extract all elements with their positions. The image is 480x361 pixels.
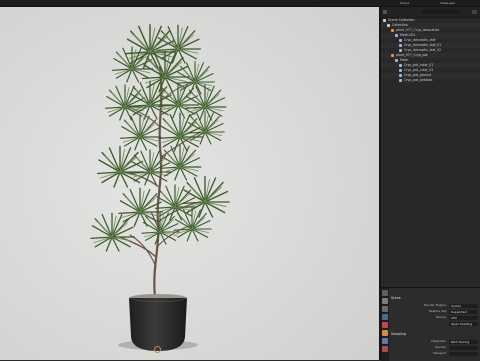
properties-panel: Scene Render Engine Cycles Feature Set Supp… bbox=[381, 287, 480, 361]
tool-tab-icon[interactable] bbox=[382, 290, 388, 296]
collection-icon bbox=[383, 18, 386, 22]
property-label: Integrator bbox=[430, 339, 446, 343]
property-label: Render bbox=[435, 345, 446, 349]
property-row: Viewport bbox=[391, 351, 478, 356]
outliner-row-label: Cryp_pot_pebbles bbox=[404, 78, 433, 82]
outliner-row-label: plant_077_Cryp_pot bbox=[396, 53, 428, 57]
object-tab-icon[interactable] bbox=[382, 330, 388, 336]
property-row: Device CPU bbox=[391, 315, 478, 320]
property-value-field[interactable] bbox=[449, 345, 478, 350]
outliner-tree: Scene Collection Collection plant_077_Cryp… bbox=[381, 18, 480, 83]
mesh-icon bbox=[395, 58, 398, 62]
plant-render bbox=[0, 7, 379, 360]
outliner-row-label: plant_077_Cryp_decorative bbox=[396, 28, 440, 32]
scene-panel-title[interactable]: Scene bbox=[391, 296, 478, 301]
property-label: Feature Set bbox=[428, 309, 446, 313]
outliner-row[interactable]: Cryp_pot_pebbles bbox=[381, 78, 480, 83]
outliner-row-label: Cryp_pot_color_02 bbox=[404, 68, 434, 72]
outliner-row-label: Cryp_pot_color_01 bbox=[404, 63, 434, 67]
mesh-icon bbox=[399, 68, 402, 72]
mesh-icon bbox=[395, 33, 398, 37]
mesh-icon bbox=[399, 38, 402, 42]
scene-label[interactable]: Scene bbox=[400, 0, 409, 6]
viewport-3d[interactable]: Global bbox=[0, 7, 379, 360]
mesh-icon bbox=[399, 43, 402, 47]
modifier-tab-icon[interactable] bbox=[382, 338, 388, 344]
outliner-row-label: Scene Collection bbox=[388, 18, 415, 22]
property-value-field[interactable]: Cycles bbox=[449, 303, 478, 308]
property-row: Integrator Path Tracing bbox=[391, 339, 478, 344]
properties-tab-bar bbox=[381, 288, 389, 361]
property-value-field[interactable]: Path Tracing bbox=[449, 339, 478, 344]
filter-icon[interactable] bbox=[383, 10, 387, 14]
outliner-row-label: Collection bbox=[392, 23, 408, 27]
top-bar: Scene ViewLayer bbox=[0, 0, 480, 7]
collection-icon bbox=[387, 23, 390, 27]
world-tab-icon[interactable] bbox=[382, 322, 388, 328]
outliner-search-field[interactable] bbox=[421, 9, 461, 14]
object-icon bbox=[391, 53, 394, 57]
scene-tab-icon[interactable] bbox=[382, 314, 388, 320]
outliner-panel: Scene Collection Collection plant_077_Cryp… bbox=[381, 7, 480, 287]
object-icon bbox=[391, 28, 394, 32]
property-value-field[interactable]: Open Shading Language bbox=[449, 321, 478, 326]
property-label: Render Engine bbox=[424, 303, 446, 307]
property-label: Viewport bbox=[432, 351, 446, 355]
property-row: Open Shading Language bbox=[391, 321, 478, 326]
outliner-row-label: Mesh bbox=[400, 58, 409, 62]
property-value-field[interactable]: CPU bbox=[449, 315, 478, 320]
outliner-row-label: Cryp_decorativ_leaf_02 bbox=[404, 48, 442, 52]
outliner-row-label: Cryp_decorativ_leaf_01 bbox=[404, 43, 442, 47]
outliner-filter-button[interactable] bbox=[472, 10, 477, 14]
view-layer-label[interactable]: ViewLayer bbox=[440, 0, 455, 6]
outliner-row-label: Mesh.001 bbox=[400, 33, 416, 37]
render-tab-icon[interactable] bbox=[382, 298, 388, 304]
outliner-header bbox=[381, 7, 480, 18]
mesh-icon bbox=[399, 63, 402, 67]
mesh-icon bbox=[399, 78, 402, 82]
object-origin[interactable] bbox=[154, 346, 161, 353]
property-label: Device bbox=[435, 315, 446, 319]
property-value-field[interactable]: Supported bbox=[449, 309, 478, 314]
sampling-section-header[interactable]: Sampling bbox=[391, 332, 478, 337]
mesh-icon bbox=[399, 48, 402, 52]
outliner-row-label: Cryp_pot_ground bbox=[404, 73, 432, 77]
material-tab-icon[interactable] bbox=[382, 346, 388, 352]
property-row: Render bbox=[391, 345, 478, 350]
property-value-field[interactable] bbox=[449, 351, 478, 356]
property-row: Render Engine Cycles bbox=[391, 303, 478, 308]
output-tab-icon[interactable] bbox=[382, 306, 388, 312]
outliner-row-label: Cryp_decorativ_leaf bbox=[404, 38, 436, 42]
mesh-icon bbox=[399, 73, 402, 77]
property-row: Feature Set Supported bbox=[391, 309, 478, 314]
